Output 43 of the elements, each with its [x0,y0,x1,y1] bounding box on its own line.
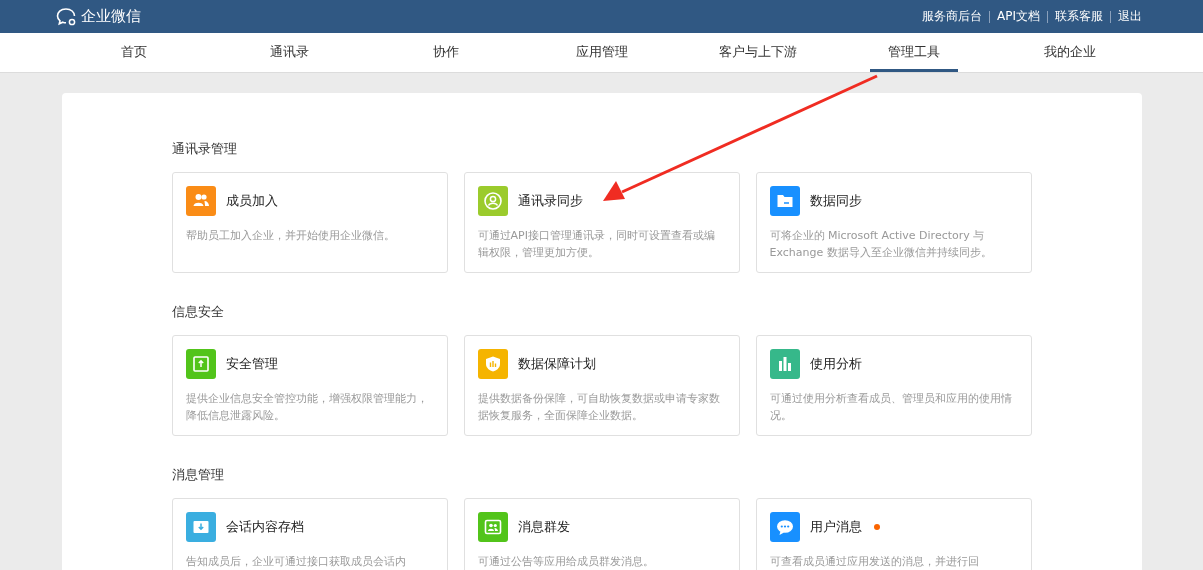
tool-card[interactable]: 数据保障计划 提供数据备份保障，可自助恢复数据或申请专家数据恢复服务，全面保障企业数据。 [463,335,740,436]
tool-card[interactable]: 用户消息 可查看成员通过应用发送的消息，并进行回 [755,498,1032,570]
section-title: 通讯录管理 [171,140,238,158]
product-name: 企业微信 [81,7,141,26]
nav-tab[interactable]: 我的企业 [991,33,1148,72]
card-description: 可通过API接口管理通讯录，同时可设置查看或编辑权限，管理更加方便。 [477,228,716,261]
card-title: 通讯录同步 [517,192,583,210]
tool-card[interactable]: 使用分析 可通过使用分析查看成员、管理员和应用的使用情况。 [755,335,1032,436]
card-title: 用户消息 [809,518,862,536]
section-title: 信息安全 [171,303,225,321]
nav-tab[interactable]: 管理工具 [869,33,958,72]
tool-card[interactable]: 消息群发 可通过公告等应用给成员群发消息。 [463,498,740,570]
card-description: 帮助员工加入企业，并开始使用企业微信。 [185,228,396,244]
header-link[interactable]: 服务商后台 [915,8,989,25]
nav-tab[interactable]: 通讯录 [211,33,368,72]
card-description: 提供企业信息安全管控功能，增强权限管理能力，降低信息泄露风险。 [185,391,429,424]
card-title: 消息群发 [517,518,570,536]
nav-tab[interactable]: 协作 [367,33,524,72]
tool-card[interactable]: 数据同步 可将企业的 Microsoft Active Directory 与 Exchange 数据导入至企业微信并持续同步。 [755,172,1032,273]
card-description: 可将企业的 Microsoft Active Directory 与 Exchange 数据导入至企业微信并持续同步。 [769,228,993,261]
tool-card[interactable]: 成员加入 帮助员工加入企业，并开始使用企业微信。 [171,172,448,273]
card-title: 使用分析 [809,355,862,373]
card-description: 告知成员后，企业可通过接口获取成员会话内 [185,554,407,570]
card-description: 可通过使用分析查看成员、管理员和应用的使用情况。 [769,391,1013,424]
chat-bubble-logo-icon [56,7,78,26]
nav-tab[interactable]: 应用管理 [523,33,680,72]
card-description: 可通过公告等应用给成员群发消息。 [477,554,655,570]
card-description: 提供数据备份保障，可自助恢复数据或申请专家数据恢复服务，全面保障企业数据。 [477,391,721,424]
nav-tab[interactable]: 客户与上下游 [679,33,836,72]
card-title: 会话内容存档 [225,518,304,536]
card-description: 可查看成员通过应用发送的消息，并进行回 [769,554,980,570]
tool-card[interactable]: 安全管理 提供企业信息安全管控功能，增强权限管理能力，降低信息泄露风险。 [171,335,448,436]
card-title: 安全管理 [225,355,278,373]
card-title: 成员加入 [225,192,278,210]
card-title: 数据同步 [809,192,862,210]
section-title: 消息管理 [171,466,225,484]
header-link[interactable]: 联系客服 [1048,8,1110,25]
tool-card[interactable]: 通讯录同步 可通过API接口管理通讯录，同时可设置查看或编辑权限，管理更加方便。 [463,172,740,273]
tool-card[interactable]: 会话内容存档 告知成员后，企业可通过接口获取成员会话内 [171,498,448,570]
card-title: 数据保障计划 [517,355,596,373]
nav-tab[interactable]: 首页 [55,33,212,72]
header-link[interactable]: API文档 [990,8,1047,25]
header-link[interactable]: 退出 [1111,8,1149,25]
